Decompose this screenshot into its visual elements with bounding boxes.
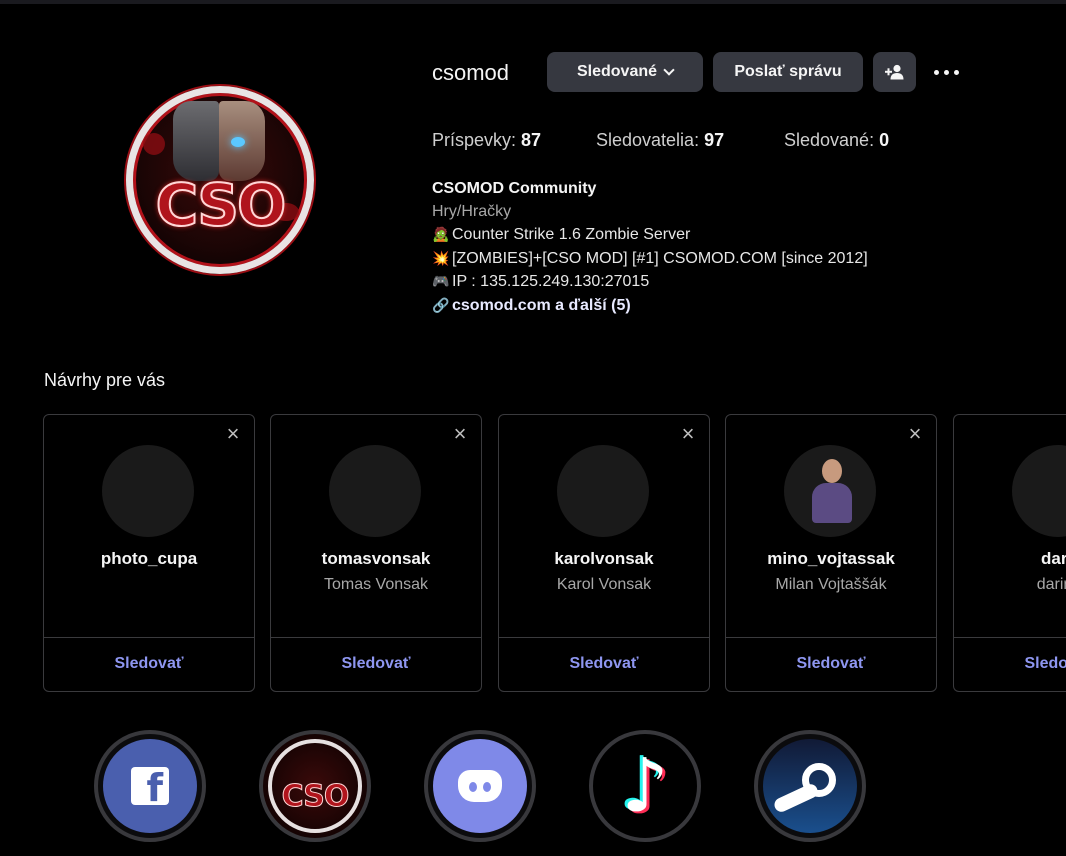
card-divider — [271, 637, 481, 638]
suggestion-username[interactable]: mino_vojtassak — [726, 549, 936, 569]
close-icon[interactable]: × — [224, 423, 242, 445]
chevron-down-icon — [663, 63, 675, 76]
dot-icon — [943, 69, 949, 75]
avatar-logo-text: CSO — [155, 170, 288, 240]
bio-category: Hry/Hračky — [432, 202, 512, 220]
card-divider — [954, 637, 1066, 638]
bio-link-row[interactable]: 🔗 csomod.com a ďalší (5) — [432, 294, 868, 318]
bio-line: 🧟 Counter Strike 1.6 Zombie Server — [432, 223, 868, 247]
posts-value: 87 — [521, 130, 542, 150]
suggestion-username[interactable]: dar1 — [954, 549, 1066, 569]
suggest-people-button[interactable] — [873, 52, 916, 92]
avatar-blood-splash — [143, 133, 165, 155]
posts-label: Príspevky: — [432, 130, 517, 150]
followers-count[interactable]: Sledovatelia: 97 — [596, 130, 724, 151]
tiktok-icon: ♪ — [621, 743, 669, 829]
bio-line-text: [ZOMBIES]+[CSO MOD] [#1] CSOMOD.COM [sin… — [452, 249, 868, 267]
send-message-label: Poslať správu — [734, 63, 842, 80]
zombie-icon: 🧟 — [432, 226, 450, 242]
suggestion-card: × karolvonsak Karol Vonsak Sledovať — [498, 414, 710, 692]
facebook-square: f — [131, 766, 169, 810]
suggestion-card: × mino_vojtassak Milan Vojtaššák Sledova… — [725, 414, 937, 692]
bio-name: CSOMOD Community — [432, 180, 597, 197]
facebook-icon: f — [103, 739, 197, 833]
bio-line-text: Counter Strike 1.6 Zombie Server — [452, 226, 691, 243]
suggestion-username[interactable]: karolvonsak — [499, 549, 709, 569]
avatar-zombie-eye — [231, 137, 245, 147]
steam-arm — [772, 781, 820, 815]
suggestion-card: × tomasvonsak Tomas Vonsak Sledovať — [270, 414, 482, 692]
highlight-cso[interactable]: CSO — [259, 730, 371, 842]
bio-line: 💥 [ZOMBIES]+[CSO MOD] [#1] CSOMOD.COM [si… — [432, 247, 868, 271]
suggestion-fullname: Tomas Vonsak — [323, 576, 429, 593]
suggestion-card: dar1 darina Sledovať — [953, 414, 1066, 692]
explosion-icon: 💥 — [432, 249, 450, 266]
suggestion-fullname: Karol Vonsak — [556, 576, 652, 593]
followers-value: 97 — [704, 130, 725, 150]
bio-link[interactable]: csomod.com a ďalší (5) — [452, 297, 631, 314]
following-count[interactable]: Sledované: 0 — [784, 130, 889, 151]
avatar-person-head — [822, 459, 842, 483]
card-divider — [499, 637, 709, 638]
suggestion-avatar[interactable] — [1012, 445, 1066, 537]
send-message-button[interactable]: Poslať správu — [713, 52, 863, 92]
cso-logo: CSO — [268, 739, 362, 833]
gamepad-icon: 🎮 — [432, 273, 450, 289]
suggestion-card: × photo_cupa Sledovať — [43, 414, 255, 692]
avatar-person-body — [812, 483, 852, 523]
bio-line-text: IP : 135.125.249.130:27015 — [452, 273, 650, 290]
facebook-f-glyph: f — [146, 766, 163, 810]
discord-icon — [433, 739, 527, 833]
top-bar — [0, 0, 1066, 4]
suggestion-avatar[interactable] — [102, 445, 194, 537]
steam-icon — [763, 739, 857, 833]
avatar-soldier-half — [173, 101, 219, 181]
follow-button[interactable]: Sledovať — [499, 655, 709, 673]
profile-bio: CSOMOD Community Hry/Hračky 🧟 Counter Str… — [432, 178, 868, 317]
suggestion-avatar[interactable] — [329, 445, 421, 537]
following-dropdown-button[interactable]: Sledované — [547, 52, 703, 92]
following-label: Sledované: — [784, 130, 875, 150]
close-icon[interactable]: × — [906, 423, 924, 445]
card-divider — [726, 637, 936, 638]
dot-icon — [953, 69, 959, 75]
suggestion-avatar[interactable] — [557, 445, 649, 537]
card-divider — [44, 637, 254, 638]
follow-button[interactable]: Sledovať — [44, 655, 254, 673]
posts-count: Príspevky: 87 — [432, 130, 541, 151]
discord-controller-shape — [458, 770, 502, 802]
close-icon[interactable]: × — [679, 423, 697, 445]
following-button-label: Sledované — [576, 63, 658, 80]
highlight-facebook[interactable]: f — [94, 730, 206, 842]
highlight-tiktok[interactable]: ♪ — [589, 730, 701, 842]
profile-username: csomod — [432, 60, 510, 85]
follow-button[interactable]: Sledovať — [954, 655, 1066, 673]
profile-avatar[interactable]: CSO — [126, 86, 314, 274]
suggestion-username[interactable]: tomasvonsak — [271, 549, 481, 569]
close-icon[interactable]: × — [451, 423, 469, 445]
suggestion-fullname: darina — [1036, 576, 1066, 593]
suggestion-fullname: Milan Vojtaššák — [775, 576, 887, 593]
suggestions-title: Návrhy pre vás — [44, 370, 166, 390]
follow-button[interactable]: Sledovať — [271, 655, 481, 673]
highlight-steam[interactable] — [754, 730, 866, 842]
suggestion-avatar[interactable] — [784, 445, 876, 537]
followers-label: Sledovatelia: — [596, 130, 700, 150]
following-value: 0 — [879, 130, 890, 150]
dot-icon — [933, 69, 939, 75]
more-options-button[interactable] — [930, 62, 962, 82]
follow-button[interactable]: Sledovať — [726, 655, 936, 673]
highlight-discord[interactable] — [424, 730, 536, 842]
bio-line: 🎮 IP : 135.125.249.130:27015 — [432, 270, 868, 294]
link-icon: 🔗 — [432, 296, 450, 313]
suggestion-username[interactable]: photo_cupa — [44, 549, 254, 569]
add-user-icon — [884, 64, 903, 80]
